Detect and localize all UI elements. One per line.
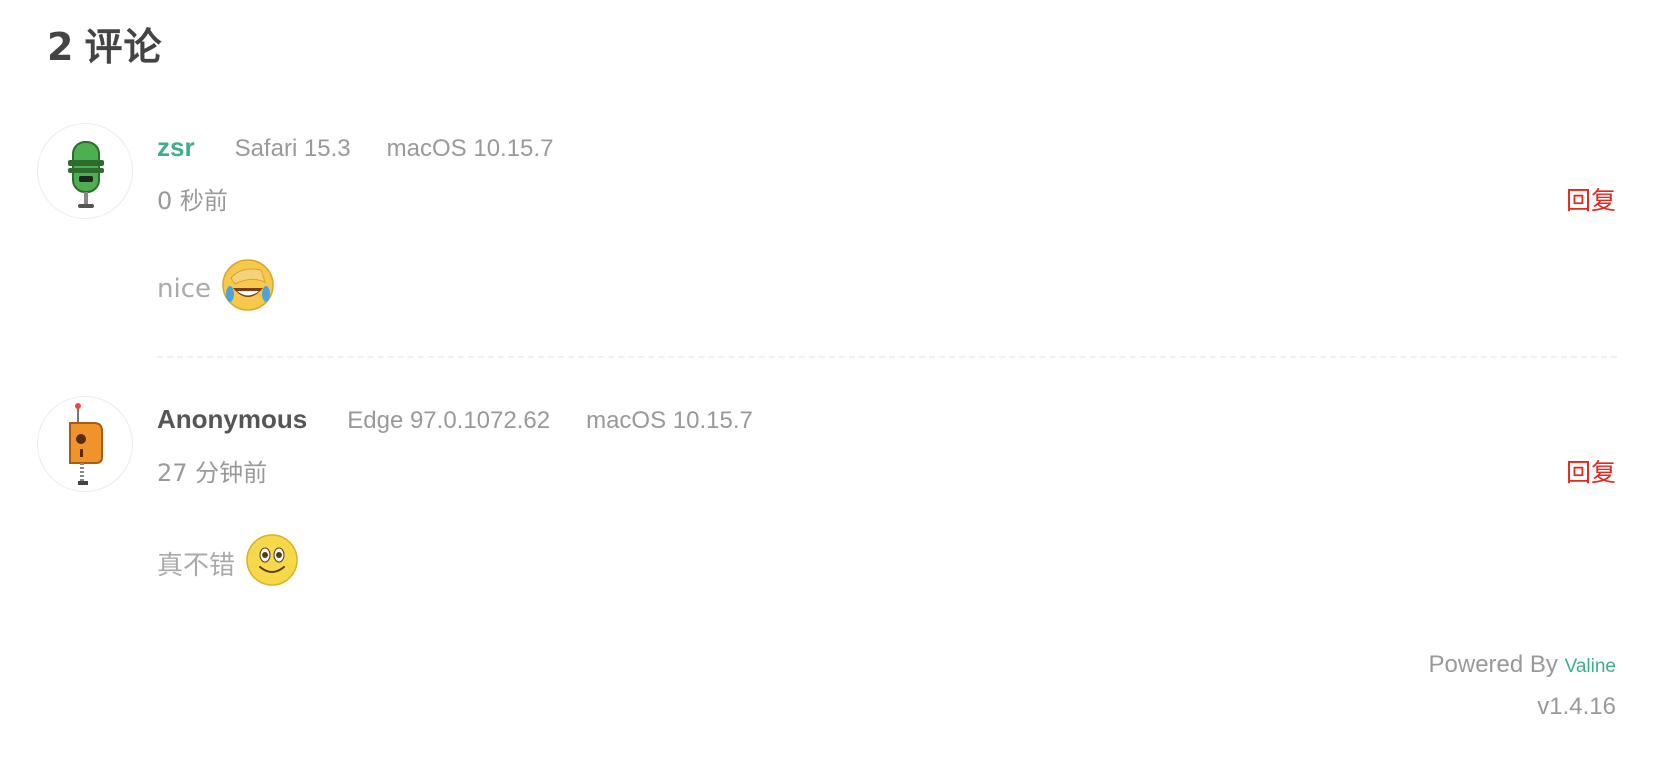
- comment-author: Anonymous: [157, 404, 308, 434]
- laughing-crying-emoji-icon: [221, 258, 275, 319]
- comment-count-heading: 2 评论: [47, 16, 162, 71]
- comment-author-link[interactable]: zsr: [157, 132, 195, 162]
- smile-emoji-icon: [245, 533, 299, 594]
- comment-meta: Anonymous Edge 97.0.1072.62 macOS 10.15.7: [157, 404, 789, 435]
- os-badge: macOS 10.15.7: [586, 407, 753, 434]
- browser-badge: Edge 97.0.1072.62: [347, 407, 551, 434]
- version-label: v1.4.16: [1537, 693, 1616, 720]
- comment-count-label: 评论: [84, 25, 163, 69]
- orange-robot-avatar-icon: [69, 403, 103, 485]
- powered-by: Powered By Valine: [1429, 651, 1616, 679]
- comment-divider: [157, 356, 1617, 358]
- reply-button[interactable]: 回复: [1566, 453, 1616, 489]
- comment-count: 2: [47, 25, 75, 69]
- reply-button[interactable]: 回复: [1566, 181, 1616, 217]
- comment-content: 真不错: [157, 533, 299, 594]
- browser-badge: Safari 15.3: [234, 135, 351, 162]
- green-robot-avatar-icon: [68, 141, 104, 208]
- valine-link[interactable]: Valine: [1565, 656, 1616, 677]
- comment-time: 27 分钟前: [157, 459, 268, 487]
- comment-content: nice: [157, 258, 275, 319]
- powered-by-text: Powered By: [1428, 651, 1558, 678]
- comment-text: nice: [157, 273, 211, 304]
- avatar[interactable]: [37, 123, 133, 219]
- os-badge: macOS 10.15.7: [386, 135, 554, 162]
- avatar[interactable]: [37, 396, 133, 492]
- comment-time: 0 秒前: [157, 187, 228, 215]
- comment-text: 真不错: [157, 551, 236, 581]
- comment-meta: zsr Safari 15.3 macOS 10.15.7: [157, 132, 589, 163]
